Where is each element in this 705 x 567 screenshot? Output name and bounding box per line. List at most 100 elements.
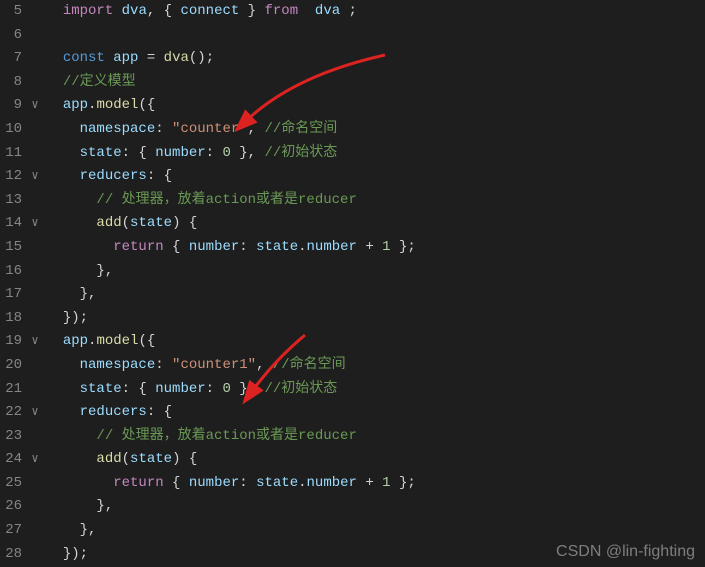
fold-chevron-icon bbox=[28, 71, 42, 95]
token: state bbox=[80, 381, 122, 397]
token: //定义模型 bbox=[63, 74, 136, 90]
token: return bbox=[113, 239, 163, 255]
token bbox=[46, 263, 96, 279]
token bbox=[374, 475, 382, 491]
line-number: 9 bbox=[0, 94, 22, 118]
token: }); bbox=[63, 546, 88, 562]
token bbox=[46, 310, 63, 326]
code-line[interactable]: // 处理器，放着action或者是reducer bbox=[46, 425, 705, 449]
token bbox=[113, 3, 121, 19]
token bbox=[46, 215, 96, 231]
token: : bbox=[155, 121, 172, 137]
line-number: 10 bbox=[0, 118, 22, 142]
fold-chevron-icon bbox=[28, 260, 42, 284]
code-line[interactable]: import dva, { connect } from dva ; bbox=[46, 0, 705, 24]
fold-chevron-icon[interactable]: ∨ bbox=[28, 165, 42, 189]
token bbox=[46, 168, 80, 184]
token bbox=[46, 357, 80, 373]
token: // 处理器，放着action或者是reducer bbox=[96, 192, 356, 208]
token: { bbox=[164, 239, 189, 255]
code-line[interactable]: state: { number: 0 }, //初始状态 bbox=[46, 142, 705, 166]
line-number: 27 bbox=[0, 519, 22, 543]
code-line[interactable]: }); bbox=[46, 307, 705, 331]
code-line[interactable]: reducers: { bbox=[46, 165, 705, 189]
code-line[interactable] bbox=[46, 24, 705, 48]
token: app bbox=[63, 97, 88, 113]
code-area[interactable]: import dva, { connect } from dva ; const… bbox=[42, 0, 705, 567]
fold-chevron-icon[interactable]: ∨ bbox=[28, 448, 42, 472]
code-line[interactable]: // 处理器，放着action或者是reducer bbox=[46, 189, 705, 213]
fold-chevron-icon[interactable]: ∨ bbox=[28, 212, 42, 236]
code-line[interactable]: namespace: "counter", //命名空间 bbox=[46, 118, 705, 142]
token: : bbox=[239, 475, 256, 491]
token: }, bbox=[80, 286, 97, 302]
token: app bbox=[113, 50, 138, 66]
code-editor[interactable]: 5678910111213141516171819202122232425262… bbox=[0, 0, 705, 567]
code-line[interactable]: }, bbox=[46, 283, 705, 307]
token bbox=[46, 475, 113, 491]
token: connect bbox=[180, 3, 239, 19]
fold-chevron-icon bbox=[28, 519, 42, 543]
token bbox=[155, 50, 163, 66]
line-number: 17 bbox=[0, 283, 22, 307]
code-line[interactable]: add(state) { bbox=[46, 212, 705, 236]
token: + bbox=[365, 475, 373, 491]
token: dva bbox=[122, 3, 147, 19]
watermark: CSDN @lin-fighting bbox=[556, 543, 695, 561]
code-line[interactable]: //定义模型 bbox=[46, 71, 705, 95]
token: //命名空间 bbox=[273, 357, 346, 373]
line-number: 13 bbox=[0, 189, 22, 213]
token: ({ bbox=[138, 97, 155, 113]
code-line[interactable]: app.model({ bbox=[46, 330, 705, 354]
token: from bbox=[265, 3, 299, 19]
code-line[interactable]: return { number: state.number + 1 }; bbox=[46, 236, 705, 260]
fold-chevron-icon[interactable]: ∨ bbox=[28, 401, 42, 425]
code-line[interactable]: app.model({ bbox=[46, 94, 705, 118]
token: namespace bbox=[80, 357, 156, 373]
token: add bbox=[96, 451, 121, 467]
token bbox=[46, 286, 80, 302]
token: 1 bbox=[382, 239, 390, 255]
token: number bbox=[189, 239, 239, 255]
token bbox=[138, 50, 146, 66]
code-line[interactable]: const app = dva(); bbox=[46, 47, 705, 71]
token: : { bbox=[147, 168, 172, 184]
code-line[interactable]: }, bbox=[46, 260, 705, 284]
code-line[interactable]: }, bbox=[46, 519, 705, 543]
token bbox=[46, 74, 63, 90]
token: }, bbox=[231, 381, 265, 397]
fold-chevron-icon bbox=[28, 142, 42, 166]
line-number: 26 bbox=[0, 495, 22, 519]
token: state bbox=[130, 451, 172, 467]
fold-chevron-icon bbox=[28, 0, 42, 24]
token bbox=[46, 333, 63, 349]
code-line[interactable]: state: { number: 0 }, //初始状态 bbox=[46, 378, 705, 402]
line-number: 22 bbox=[0, 401, 22, 425]
line-number: 16 bbox=[0, 260, 22, 284]
token bbox=[46, 498, 96, 514]
token: : bbox=[206, 145, 223, 161]
token bbox=[46, 97, 63, 113]
token bbox=[46, 451, 96, 467]
fold-chevron-icon[interactable]: ∨ bbox=[28, 94, 42, 118]
code-line[interactable]: reducers: { bbox=[46, 401, 705, 425]
token: number bbox=[155, 145, 205, 161]
code-line[interactable]: add(state) { bbox=[46, 448, 705, 472]
token: number bbox=[307, 239, 357, 255]
fold-chevron-icon bbox=[28, 378, 42, 402]
token: ( bbox=[122, 451, 130, 467]
token: ) { bbox=[172, 451, 197, 467]
token: }, bbox=[96, 263, 113, 279]
token bbox=[105, 50, 113, 66]
token: model bbox=[96, 333, 138, 349]
code-line[interactable]: }, bbox=[46, 495, 705, 519]
fold-chevron-icon[interactable]: ∨ bbox=[28, 330, 42, 354]
code-line[interactable]: namespace: "counter1", //命名空间 bbox=[46, 354, 705, 378]
line-number: 21 bbox=[0, 378, 22, 402]
token: model bbox=[96, 97, 138, 113]
fold-chevron-icon bbox=[28, 307, 42, 331]
token: }, bbox=[231, 145, 265, 161]
token: reducers bbox=[80, 404, 147, 420]
fold-chevron-icon bbox=[28, 425, 42, 449]
code-line[interactable]: return { number: state.number + 1 }; bbox=[46, 472, 705, 496]
